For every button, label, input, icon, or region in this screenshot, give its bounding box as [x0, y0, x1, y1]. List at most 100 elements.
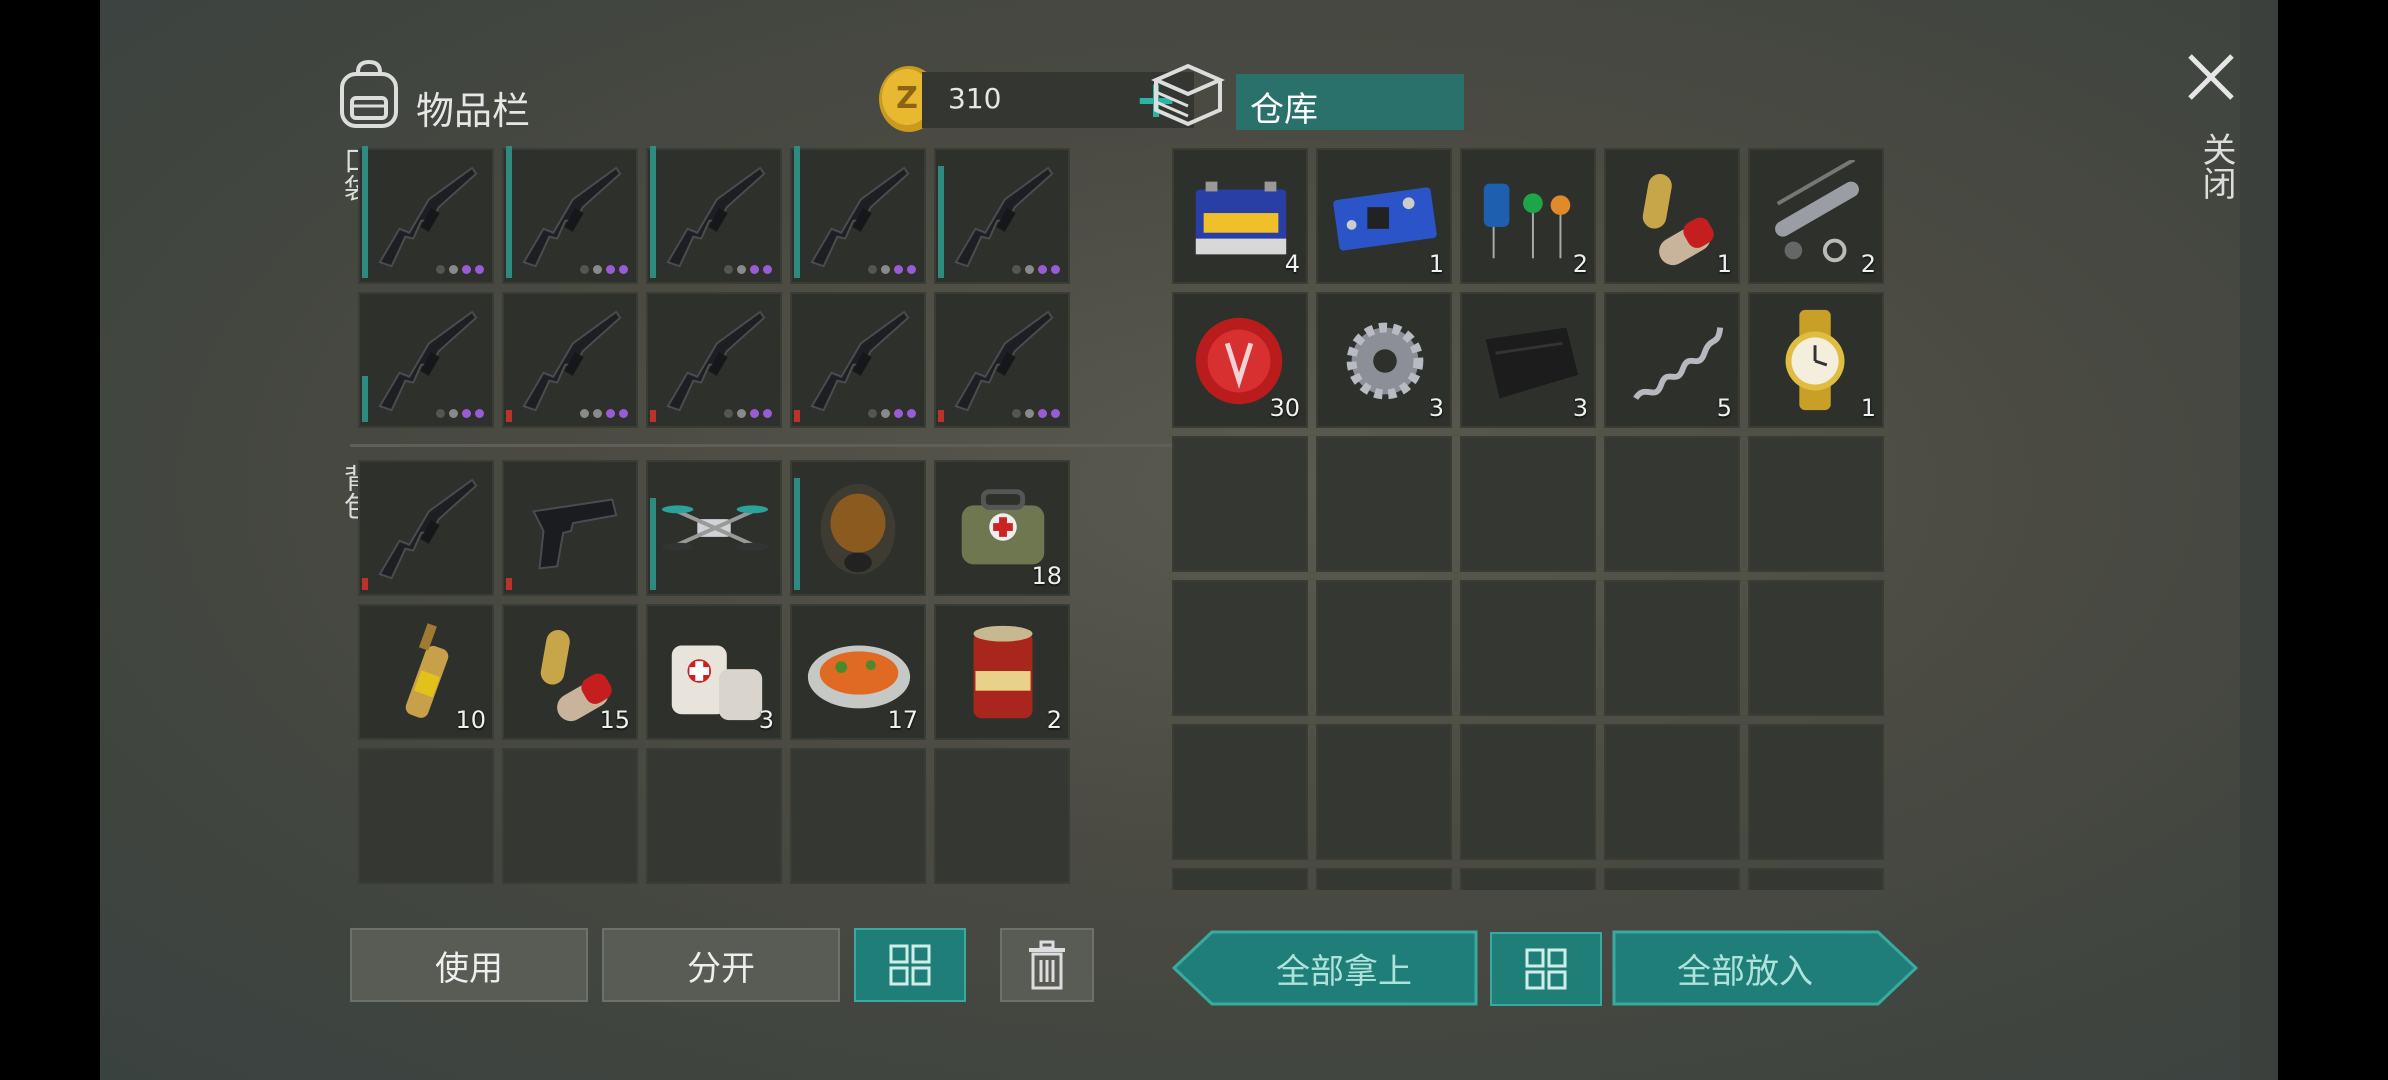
inventory-slot[interactable]: 2 — [1748, 148, 1884, 284]
sort-storage-button[interactable] — [1490, 932, 1602, 1006]
close-icon[interactable] — [2186, 52, 2236, 102]
inventory-slot[interactable]: 4 — [1172, 148, 1308, 284]
item-count: 17 — [887, 706, 918, 734]
item-count: 18 — [1031, 562, 1062, 590]
inventory-slot[interactable]: 17 — [790, 604, 926, 740]
rarity-dot — [763, 409, 772, 418]
inventory-slot[interactable] — [502, 460, 638, 596]
assault-rifle-icon — [378, 310, 478, 412]
rarity-dots — [580, 265, 628, 274]
inventory-slot[interactable] — [646, 146, 782, 284]
inventory-slot[interactable]: 1 — [1604, 148, 1740, 284]
durability-bar — [362, 376, 368, 422]
assault-rifle-icon — [378, 166, 478, 268]
item-count: 4 — [1284, 250, 1300, 278]
close-label[interactable]: 关闭 — [2192, 132, 2241, 200]
inventory-slot[interactable] — [646, 460, 782, 596]
inventory-slot[interactable] — [1604, 724, 1740, 860]
inventory-slot[interactable] — [1748, 868, 1884, 890]
rarity-dot — [449, 409, 458, 418]
inventory-slot[interactable] — [790, 292, 926, 428]
inventory-slot[interactable]: 3 — [1460, 292, 1596, 428]
rarity-dot — [763, 265, 772, 274]
inventory-slot[interactable] — [1748, 580, 1884, 716]
inventory-slot[interactable]: 2 — [934, 604, 1070, 740]
take-all-label: 全部拿上 — [1276, 951, 1412, 992]
rarity-dot — [907, 409, 916, 418]
rarity-dot — [1051, 409, 1060, 418]
storage-box-icon — [1151, 63, 1225, 127]
rarity-dot — [462, 265, 471, 274]
inventory-slot[interactable] — [1460, 868, 1596, 890]
durability-bar — [650, 410, 656, 422]
put-all-button[interactable]: 全部放入 — [1612, 930, 1918, 1006]
rarity-dot — [475, 265, 484, 274]
game-screen: 物品栏 Z 310 + 仓库 关闭 口袋 背包 使用 分开 全部拿上 全部放入 … — [100, 0, 2278, 1080]
sort-inventory-button[interactable] — [854, 928, 966, 1002]
durability-bar — [362, 146, 368, 278]
inventory-slot[interactable]: 5 — [1604, 292, 1740, 428]
rarity-dot — [593, 409, 602, 418]
inventory-slot[interactable]: 1 — [1748, 292, 1884, 428]
inventory-slot[interactable]: 3 — [646, 604, 782, 740]
inventory-slot[interactable] — [358, 292, 494, 428]
inventory-slot[interactable] — [1172, 868, 1308, 890]
inventory-slot[interactable]: 30 — [1172, 292, 1308, 428]
inventory-slot[interactable] — [502, 748, 638, 884]
inventory-slot[interactable] — [1316, 868, 1452, 890]
inventory-slot[interactable] — [358, 146, 494, 284]
inventory-slot[interactable] — [502, 292, 638, 428]
inventory-slot[interactable] — [1604, 868, 1740, 890]
inventory-slot[interactable] — [358, 748, 494, 884]
coin-count: 310 — [948, 82, 1002, 115]
inventory-slot[interactable]: 3 — [1316, 292, 1452, 428]
trash-button[interactable] — [1000, 928, 1094, 1002]
durability-bar — [938, 166, 944, 278]
inventory-slot[interactable]: 2 — [1460, 148, 1596, 284]
inventory-slot[interactable] — [1460, 580, 1596, 716]
inventory-slot[interactable]: 15 — [502, 604, 638, 740]
rarity-dots — [1012, 409, 1060, 418]
inventory-slot[interactable] — [358, 460, 494, 596]
inventory-slot[interactable] — [646, 292, 782, 428]
split-button[interactable]: 分开 — [602, 928, 840, 1002]
electronic-parts-icon — [1483, 183, 1571, 259]
inventory-slot[interactable] — [934, 748, 1070, 884]
inventory-slot[interactable] — [1316, 580, 1452, 716]
inventory-slot[interactable]: 10 — [358, 604, 494, 740]
rarity-dot — [1012, 265, 1021, 274]
bandage-icon — [671, 645, 763, 721]
inventory-slot[interactable] — [1172, 436, 1308, 572]
item-count: 3 — [1572, 394, 1588, 422]
inventory-slot[interactable] — [1748, 724, 1884, 860]
inventory-slot[interactable] — [790, 146, 926, 284]
gas-mask-icon — [820, 483, 896, 575]
leather-icon — [1485, 327, 1579, 399]
use-button[interactable]: 使用 — [350, 928, 588, 1002]
take-all-button[interactable]: 全部拿上 — [1172, 930, 1478, 1006]
inventory-slot[interactable] — [790, 748, 926, 884]
inventory-slot[interactable] — [502, 146, 638, 284]
inventory-slot[interactable]: 1 — [1316, 148, 1452, 284]
inventory-slot[interactable] — [934, 148, 1070, 284]
inventory-slot[interactable] — [1172, 580, 1308, 716]
inventory-slot[interactable] — [790, 460, 926, 596]
inventory-slot[interactable] — [646, 748, 782, 884]
inventory-slot[interactable] — [1316, 724, 1452, 860]
inventory-slot[interactable]: 18 — [934, 460, 1070, 596]
inventory-slot[interactable] — [1604, 580, 1740, 716]
drone-icon — [661, 505, 769, 551]
inventory-slot[interactable] — [1604, 436, 1740, 572]
rarity-dot — [1025, 409, 1034, 418]
assault-rifle-icon — [378, 478, 478, 580]
gold-watch-icon — [1785, 309, 1845, 411]
rarity-dot — [868, 409, 877, 418]
inventory-slot[interactable] — [1460, 436, 1596, 572]
inventory-slot[interactable] — [1748, 436, 1884, 572]
inventory-slot[interactable] — [1316, 436, 1452, 572]
durability-bar — [506, 578, 512, 590]
inventory-slot[interactable] — [1460, 724, 1596, 860]
rarity-dot — [724, 265, 733, 274]
inventory-slot[interactable] — [1172, 724, 1308, 860]
inventory-slot[interactable] — [934, 292, 1070, 428]
